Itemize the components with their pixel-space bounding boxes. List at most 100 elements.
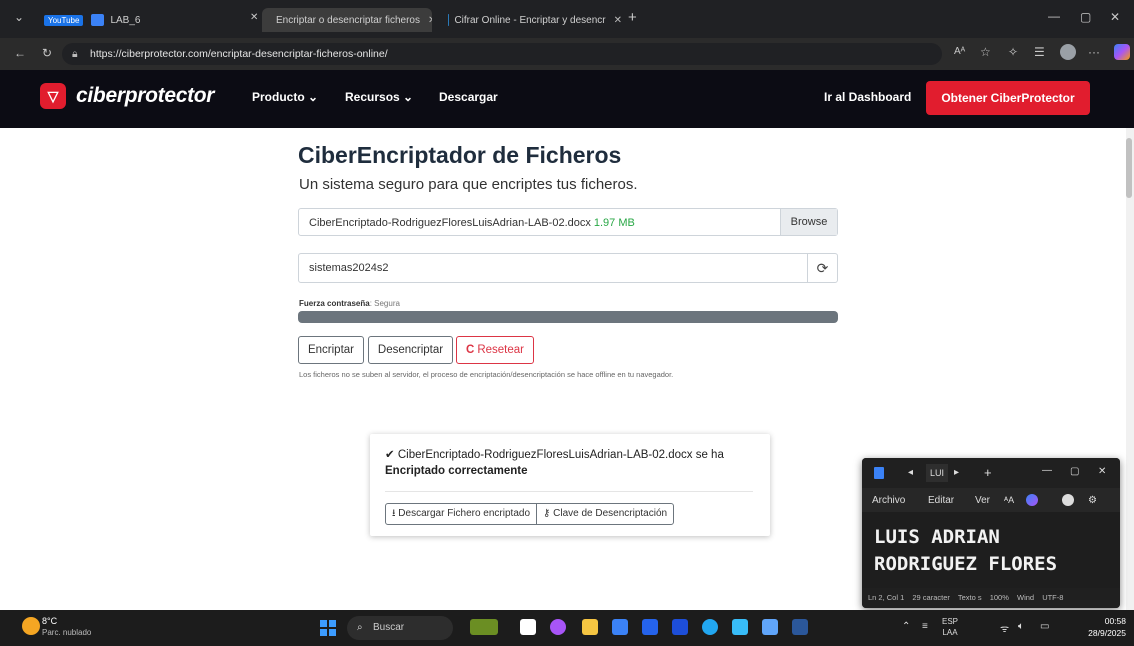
nav-recursos[interactable]: Recursos ⌄	[345, 90, 413, 104]
windows-taskbar: 8°C Parc. nublado ⌕ Buscar ⌃ ≡ ESP LAA ᯤ …	[0, 610, 1134, 646]
notepad-taskbar-icon[interactable]	[762, 619, 778, 635]
file-picker[interactable]: CiberEncriptado-RodriguezFloresLuisAdria…	[298, 208, 838, 236]
snipping-tool-icon[interactable]	[732, 619, 748, 635]
new-tab-plus-icon[interactable]: +	[984, 465, 992, 480]
nav-producto[interactable]: Producto ⌄	[252, 90, 318, 104]
page-scrollbar[interactable]	[1126, 128, 1134, 610]
copilot-icon[interactable]	[1026, 494, 1038, 506]
download-label: Descargar Fichero encriptado	[398, 508, 531, 519]
reload-icon[interactable]: ↻	[42, 46, 52, 60]
decryption-key-button[interactable]: ⚷ Clave de Desencriptación	[536, 504, 673, 524]
copilot-icon[interactable]	[1114, 44, 1130, 60]
maximize-icon[interactable]: ▢	[1070, 466, 1079, 477]
menu-archivo[interactable]: Archivo	[872, 495, 905, 506]
favorite-star-icon[interactable]: ☆	[980, 45, 991, 59]
download-encrypted-button[interactable]: ⭳ Descargar Fichero encriptado	[386, 504, 536, 524]
refresh-password-icon[interactable]: ⟳	[807, 254, 837, 282]
encrypt-button[interactable]: Encriptar	[298, 336, 364, 364]
tab-lab6[interactable]: YouTube LAB_6	[44, 8, 244, 32]
tab-cifrar-online[interactable]: Cifrar Online - Encriptar y desencr ✕	[440, 8, 622, 32]
notepad-menubar: Archivo Editar Ver ᴬA ⚙	[862, 488, 1120, 512]
tray-app-icon[interactable]: ≡	[922, 621, 928, 632]
file-explorer-icon[interactable]	[582, 619, 598, 635]
check-icon: ✔	[385, 449, 395, 461]
search-label: Buscar	[373, 622, 405, 633]
scrollbar-thumb[interactable]	[1126, 138, 1132, 198]
result-button-group: ⭳ Descargar Fichero encriptado ⚷ Clave d…	[385, 503, 675, 525]
tab-menu-chevron-icon[interactable]: ⌄	[14, 10, 24, 24]
tray-chevron-icon[interactable]: ⌃	[902, 621, 910, 632]
back-arrow-icon[interactable]: ←	[14, 46, 26, 60]
notepad-titlebar: ◂ LUI ▸ + — ▢ ✕	[862, 458, 1120, 488]
notepad-window: ◂ LUI ▸ + — ▢ ✕ Archivo Editar Ver ᴬA ⚙ …	[862, 458, 1120, 608]
scroll-tabs-right-icon[interactable]: ▸	[954, 467, 959, 478]
close-icon[interactable]: ✕	[428, 15, 432, 26]
decrypt-button[interactable]: Desencriptar	[368, 336, 453, 364]
extensions-icon[interactable]: ✧	[1008, 45, 1018, 59]
address-bar-row: ← ↻ 🔒︎ https://ciberprotector.com/encrip…	[0, 38, 1134, 70]
browser-tab-bar: ⌄ YouTube LAB_6 ✕ Encriptar o desencript…	[0, 0, 1134, 38]
strength-bar-fill	[298, 311, 838, 323]
minimize-icon[interactable]: —	[1048, 9, 1060, 23]
youtube-badge[interactable]: YouTube	[44, 14, 84, 26]
system-clock[interactable]: 00:58 28/9/2025	[1074, 615, 1126, 639]
close-icon[interactable]: ✕	[614, 15, 622, 26]
more-options-icon[interactable]: ···	[1088, 45, 1100, 59]
taskbar-search[interactable]: ⌕ Buscar	[347, 616, 453, 640]
scroll-tabs-left-icon[interactable]: ◂	[908, 467, 913, 478]
clock-date: 28/9/2025	[1088, 628, 1126, 638]
tab-encriptar[interactable]: Encriptar o desencriptar ficheros ✕	[262, 8, 432, 32]
key-label: Clave de Desencriptación	[553, 508, 668, 519]
language-indicator[interactable]: ESP LAA	[942, 616, 958, 638]
word-icon[interactable]	[792, 619, 808, 635]
notepad-content[interactable]: LUIS ADRIAN RODRIGUEZ FLORES	[874, 524, 1057, 578]
menu-ver[interactable]: Ver	[975, 495, 990, 506]
outlook-icon[interactable]	[642, 619, 658, 635]
strength-value: : Segura	[369, 299, 400, 308]
font-size-icon[interactable]: ᴬA	[1004, 495, 1014, 505]
maximize-icon[interactable]: ▢	[1080, 10, 1091, 24]
minimize-icon[interactable]: —	[1042, 465, 1052, 476]
site-info-lock-icon[interactable]: 🔒︎	[72, 43, 78, 65]
edge-browser-icon[interactable]	[702, 619, 718, 635]
browse-button[interactable]: Browse	[780, 209, 837, 235]
task-view-icon[interactable]	[520, 619, 536, 635]
profile-avatar-icon[interactable]	[1060, 44, 1076, 60]
get-ciberprotector-button[interactable]: Obtener CiberProtector	[926, 81, 1090, 115]
wifi-icon[interactable]: ᯤ	[1000, 621, 1009, 635]
photos-icon[interactable]	[672, 619, 688, 635]
new-tab-plus-icon[interactable]: +	[628, 9, 637, 26]
status-chars: 29 caracter	[912, 593, 950, 602]
logo-text: ciberprotector	[76, 84, 215, 107]
url-text: https://ciberprotector.com/encriptar-des…	[90, 48, 388, 60]
notepad-tab[interactable]: LUI	[926, 464, 948, 482]
close-window-icon[interactable]: ✕	[1110, 10, 1120, 24]
weather-sun-icon[interactable]	[22, 617, 40, 635]
close-icon[interactable]: ✕	[1098, 466, 1106, 477]
copilot-icon[interactable]	[550, 619, 566, 635]
text-line-2: RODRIGUEZ FLORES	[874, 553, 1058, 575]
url-field[interactable]: 🔒︎ https://ciberprotector.com/encriptar-…	[62, 43, 942, 65]
notepad-statusbar: Ln 2, Col 1 29 caracter Texto s 100% Win…	[862, 588, 1120, 608]
key-icon: ⚷	[543, 508, 551, 519]
reset-label: Resetear	[477, 344, 524, 356]
widgets-icon[interactable]	[470, 619, 498, 635]
page-subtitle: Un sistema seguro para que encriptes tus…	[299, 176, 638, 193]
strength-bar	[298, 311, 838, 323]
battery-icon[interactable]: ▭	[1040, 621, 1049, 632]
settings-gear-icon[interactable]: ⚙	[1088, 495, 1097, 506]
reset-button[interactable]: C Resetear	[456, 336, 534, 364]
read-aloud-icon[interactable]: Aᴬ	[954, 46, 965, 57]
password-input[interactable]	[299, 254, 807, 282]
menu-editar[interactable]: Editar	[928, 495, 954, 506]
nav-dashboard[interactable]: Ir al Dashboard	[824, 90, 911, 104]
nav-descargar[interactable]: Descargar	[439, 90, 498, 104]
close-icon[interactable]: ✕	[250, 12, 258, 23]
volume-icon[interactable]: 🔈︎	[1018, 621, 1024, 632]
clock-time: 00:58	[1104, 616, 1126, 626]
store-icon[interactable]	[612, 619, 628, 635]
site-logo[interactable]: ▽ ciberprotector	[40, 83, 214, 109]
windows-start-icon[interactable]	[320, 620, 336, 636]
account-icon[interactable]	[1062, 494, 1074, 506]
favorites-list-icon[interactable]: ☰	[1034, 45, 1045, 59]
